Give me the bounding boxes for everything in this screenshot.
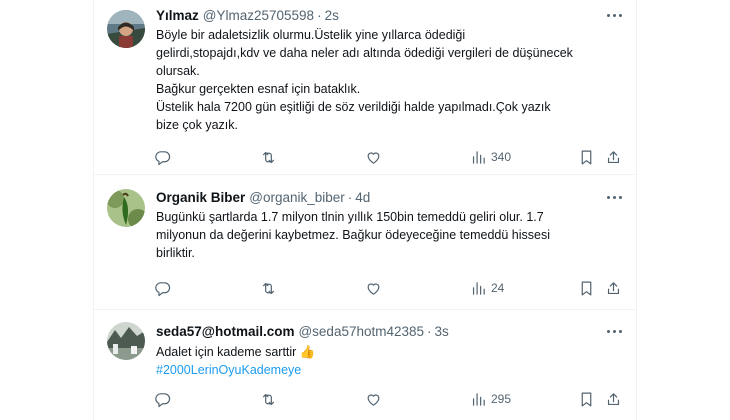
tweet-actions: 24 bbox=[94, 278, 636, 298]
views-count: 340 bbox=[491, 150, 512, 164]
tweet-text-line: olursak. bbox=[156, 64, 200, 78]
reply-button[interactable] bbox=[154, 278, 171, 298]
bookmark-button[interactable] bbox=[578, 147, 595, 167]
retweet-button[interactable] bbox=[260, 278, 277, 298]
author-handle[interactable]: @Ylmaz25705598 bbox=[203, 8, 314, 23]
reply-icon bbox=[155, 150, 171, 165]
tweet-header: Yılmaz @Ylmaz25705598 · 2s bbox=[156, 6, 339, 24]
views-icon bbox=[472, 392, 485, 406]
views-button[interactable]: 24 bbox=[470, 278, 504, 298]
like-icon bbox=[367, 151, 380, 164]
share-icon bbox=[607, 150, 620, 163]
reply-button[interactable] bbox=[154, 147, 171, 167]
tweet-text-line: Böyle bir adaletsizlik olurmu.Üstelik yi… bbox=[156, 28, 466, 42]
share-button[interactable] bbox=[605, 278, 622, 298]
tweet[interactable]: Organik Biber @organik_biber · 4d Bugünk… bbox=[94, 175, 636, 310]
tweet-text-line: Adalet için kademe sarttir 👍 bbox=[156, 343, 616, 361]
share-button[interactable] bbox=[605, 147, 622, 167]
tweet-time[interactable]: 3s bbox=[435, 324, 449, 339]
like-icon bbox=[367, 282, 380, 295]
tweet-text-line: Üstelik hala 7200 gün eşitliği de söz ve… bbox=[156, 100, 551, 114]
thumbs-up-emoji: 👍 bbox=[299, 345, 316, 359]
views-icon bbox=[472, 281, 485, 295]
views-button[interactable]: 340 bbox=[470, 147, 511, 167]
separator-dot: · bbox=[317, 7, 322, 23]
retweet-icon bbox=[262, 282, 275, 294]
tweet-text-line: Bugünkü şartlarda 1.7 milyon tlnin yıllı… bbox=[156, 210, 544, 224]
tweet-text-line: birliktir. bbox=[156, 246, 195, 260]
tweet-text: Adalet için kademe sarttir 👍 #2000LerinO… bbox=[156, 343, 616, 379]
bookmark-icon bbox=[581, 392, 592, 406]
more-icon[interactable] bbox=[604, 323, 624, 339]
bookmark-button[interactable] bbox=[578, 278, 595, 298]
tweet-actions: 340 bbox=[94, 147, 636, 167]
retweet-button[interactable] bbox=[260, 147, 277, 167]
tweet-text-line: bize çok yazık. bbox=[156, 118, 238, 132]
avatar[interactable] bbox=[107, 322, 145, 360]
avatar[interactable] bbox=[107, 10, 145, 48]
author-handle[interactable]: @seda57hotm42385 bbox=[298, 324, 424, 339]
like-button[interactable] bbox=[365, 147, 382, 167]
reply-icon bbox=[155, 392, 171, 407]
tweet-header: seda57@hotmail.com @seda57hotm42385 · 3s bbox=[156, 322, 449, 340]
avatar-photo bbox=[107, 10, 145, 48]
retweet-icon bbox=[262, 151, 275, 163]
share-button[interactable] bbox=[605, 389, 622, 409]
views-button[interactable]: 295 bbox=[470, 389, 511, 409]
author-name[interactable]: Yılmaz bbox=[156, 8, 199, 23]
like-button[interactable] bbox=[365, 389, 382, 409]
tweet-text-content: Adalet için kademe sarttir bbox=[156, 345, 297, 359]
views-count: 295 bbox=[491, 392, 512, 406]
reply-button[interactable] bbox=[154, 389, 171, 409]
share-icon bbox=[607, 392, 620, 405]
share-icon bbox=[607, 281, 620, 294]
views-icon bbox=[472, 150, 485, 164]
tweet-text-line: Bağkur gerçekten esnaf için bataklık. bbox=[156, 82, 361, 96]
tweet-header: Organik Biber @organik_biber · 4d bbox=[156, 188, 370, 206]
avatar-photo bbox=[107, 322, 145, 360]
tweet-actions: 295 bbox=[94, 389, 636, 409]
tweet-text: Bugünkü şartlarda 1.7 milyon tlnin yıllı… bbox=[156, 208, 616, 262]
tweet-text: Böyle bir adaletsizlik olurmu.Üstelik yi… bbox=[156, 26, 616, 134]
author-name[interactable]: seda57@hotmail.com bbox=[156, 324, 294, 339]
reply-icon bbox=[155, 281, 171, 296]
author-handle[interactable]: @organik_biber bbox=[249, 190, 345, 205]
tweet-hashtag-line: #2000LerinOyuKademeye bbox=[156, 361, 616, 379]
tweet-timeline: Yılmaz @Ylmaz25705598 · 2s Böyle bir ada… bbox=[93, 0, 637, 420]
author-name[interactable]: Organik Biber bbox=[156, 190, 245, 205]
bookmark-icon bbox=[581, 150, 592, 164]
separator-dot: · bbox=[427, 323, 432, 339]
tweet[interactable]: seda57@hotmail.com @seda57hotm42385 · 3s… bbox=[94, 310, 636, 420]
bookmark-icon bbox=[581, 281, 592, 295]
hashtag-link[interactable]: #2000LerinOyuKademeye bbox=[156, 363, 301, 377]
more-icon[interactable] bbox=[604, 7, 624, 23]
views-count: 24 bbox=[491, 281, 505, 295]
tweet-text-line: gelirdi,stopajdı,kdv ve daha neler adı a… bbox=[156, 46, 573, 60]
retweet-button[interactable] bbox=[260, 389, 277, 409]
more-icon[interactable] bbox=[604, 189, 624, 205]
bookmark-button[interactable] bbox=[578, 389, 595, 409]
like-icon bbox=[367, 393, 380, 406]
like-button[interactable] bbox=[365, 278, 382, 298]
avatar-photo bbox=[107, 189, 145, 227]
tweet[interactable]: Yılmaz @Ylmaz25705598 · 2s Böyle bir ada… bbox=[94, 0, 636, 175]
retweet-icon bbox=[262, 393, 275, 405]
separator-dot: · bbox=[347, 189, 353, 205]
tweet-time[interactable]: 2s bbox=[325, 8, 339, 23]
tweet-text-line: milyonun da değerini kaybetmez. Bağkur ö… bbox=[156, 228, 550, 242]
tweet-time[interactable]: 4d bbox=[355, 190, 370, 205]
avatar[interactable] bbox=[107, 189, 145, 227]
